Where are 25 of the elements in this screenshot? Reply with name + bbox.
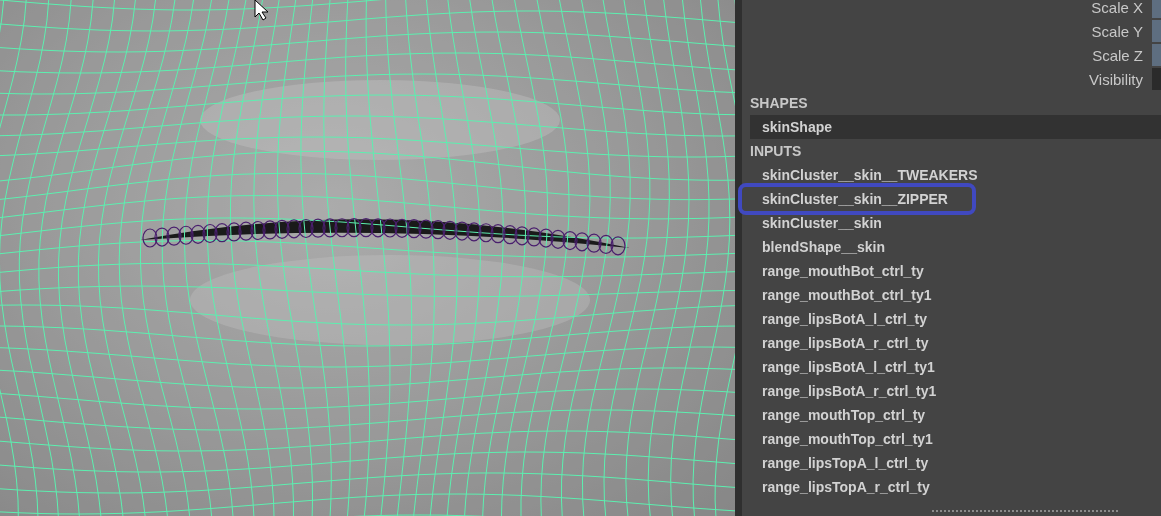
- input-item[interactable]: range_lipsBotA_l_ctrl_ty: [750, 307, 1161, 331]
- input-item[interactable]: skinCluster__skin__ZIPPER: [738, 183, 976, 215]
- value-field[interactable]: [1152, 0, 1161, 18]
- attribute-label: Scale Z: [1092, 46, 1143, 64]
- value-field[interactable]: [1152, 44, 1161, 66]
- shape-item[interactable]: skinShape: [750, 115, 1161, 139]
- section-heading: INPUTS: [750, 142, 803, 161]
- input-item[interactable]: blendShape__skin: [750, 235, 1161, 259]
- input-item[interactable]: range_lipsBotA_r_ctrl_ty: [750, 331, 1161, 355]
- input-item[interactable]: range_lipsBotA_r_ctrl_ty1: [750, 379, 1161, 403]
- input-item[interactable]: range_mouthTop_ctrl_ty1: [750, 427, 1161, 451]
- value-field[interactable]: [1152, 20, 1161, 42]
- input-item[interactable]: range_lipsTopA_r_ctrl_ty: [750, 475, 1161, 499]
- mouse-cursor-icon: [254, 0, 269, 21]
- input-item[interactable]: range_mouthTop_ctrl_ty: [750, 403, 1161, 427]
- resize-handle[interactable]: [932, 510, 1118, 512]
- attribute-label: Scale Y: [1091, 22, 1143, 40]
- attribute-label: Scale X: [1091, 0, 1143, 16]
- input-item[interactable]: range_mouthBot_ctrl_ty: [750, 259, 1161, 283]
- attribute-label: Visibility: [1089, 70, 1143, 88]
- section-heading: SHAPES: [750, 94, 809, 113]
- input-item[interactable]: range_mouthBot_ctrl_ty1: [750, 283, 1161, 307]
- value-field[interactable]: [1152, 68, 1161, 90]
- input-item[interactable]: range_lipsBotA_l_ctrl_ty1: [750, 355, 1161, 379]
- input-item[interactable]: range_lipsTopA_l_ctrl_ty: [750, 451, 1161, 475]
